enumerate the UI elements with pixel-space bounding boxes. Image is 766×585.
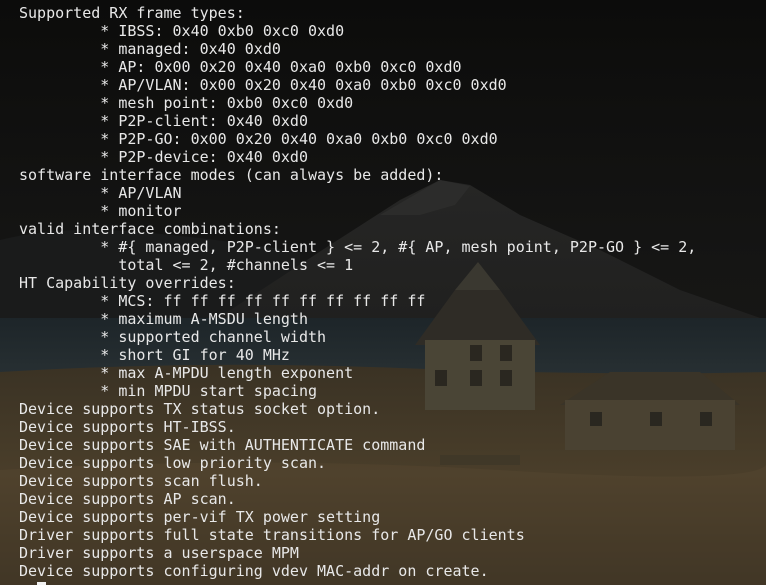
terminal-line: total <= 2, #channels <= 1: [19, 256, 354, 274]
terminal-line: Supported RX frame types:: [19, 4, 245, 22]
terminal-output: Supported RX frame types: * IBSS: 0x40 0…: [19, 4, 696, 585]
terminal-line: * mesh point: 0xb0 0xc0 0xd0: [19, 94, 354, 112]
terminal-line: valid interface combinations:: [19, 220, 281, 238]
terminal-line: Driver supports full state transitions f…: [19, 526, 525, 544]
terminal-line: Device supports configuring vdev MAC-add…: [19, 562, 489, 580]
terminal-line: * short GI for 40 MHz: [19, 346, 290, 364]
terminal-line: Device supports low priority scan.: [19, 454, 327, 472]
terminal-line: * managed: 0x40 0xd0: [19, 40, 281, 58]
terminal-line: Device supports per-vif TX power setting: [19, 508, 381, 526]
terminal-line: HT Capability overrides:: [19, 274, 236, 292]
terminal-line: * P2P-client: 0x40 0xd0: [19, 112, 308, 130]
terminal-line: * MCS: ff ff ff ff ff ff ff ff ff ff: [19, 292, 426, 310]
command-prompt[interactable]: >: [19, 580, 696, 585]
terminal-line: * supported channel width: [19, 328, 327, 346]
terminal-line: Driver supports a userspace MPM: [19, 544, 299, 562]
terminal-line: Device supports TX status socket option.: [19, 400, 381, 418]
terminal-line: Device supports SAE with AUTHENTICATE co…: [19, 436, 426, 454]
terminal-line: Device supports AP scan.: [19, 490, 236, 508]
terminal-line: * AP/VLAN: [19, 184, 182, 202]
prompt-symbol: >: [19, 580, 37, 585]
terminal-window[interactable]: Supported RX frame types: * IBSS: 0x40 0…: [0, 0, 766, 585]
terminal-line: * AP: 0x00 0x20 0x40 0xa0 0xb0 0xc0 0xd0: [19, 58, 462, 76]
terminal-line: * maximum A-MSDU length: [19, 310, 308, 328]
terminal-line: * AP/VLAN: 0x00 0x20 0x40 0xa0 0xb0 0xc0…: [19, 76, 507, 94]
terminal-line: * P2P-device: 0x40 0xd0: [19, 148, 308, 166]
terminal-line: * max A-MPDU length exponent: [19, 364, 354, 382]
terminal-line: Device supports HT-IBSS.: [19, 418, 236, 436]
terminal-line: * min MPDU start spacing: [19, 382, 318, 400]
terminal-line: * IBSS: 0x40 0xb0 0xc0 0xd0: [19, 22, 345, 40]
terminal-line: software interface modes (can always be …: [19, 166, 444, 184]
terminal-line: Device supports scan flush.: [19, 472, 263, 490]
terminal-line: * monitor: [19, 202, 182, 220]
terminal-line: * #{ managed, P2P-client } <= 2, #{ AP, …: [19, 238, 697, 256]
terminal-line: * P2P-GO: 0x00 0x20 0x40 0xa0 0xb0 0xc0 …: [19, 130, 498, 148]
